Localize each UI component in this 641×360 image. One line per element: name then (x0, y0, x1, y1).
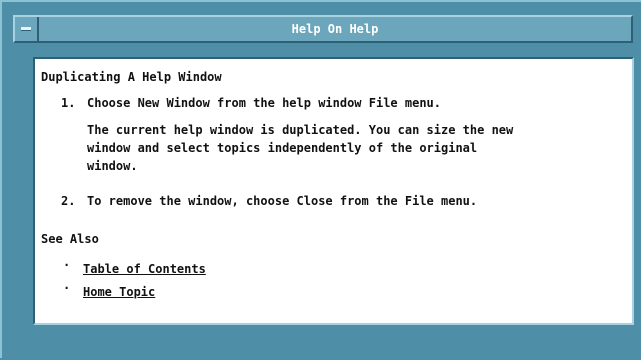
see-also-label: See Also (41, 232, 99, 246)
window-menu-button[interactable] (15, 17, 39, 41)
step-text: Choose New Window from the help window F… (87, 96, 442, 110)
topic-heading: Duplicating A Help Window (41, 70, 222, 84)
step-number: 2. (61, 194, 76, 208)
help-window: Help On Help Duplicating A Help Window 1… (0, 0, 641, 360)
help-content-pane: Duplicating A Help Window 1. Choose New … (33, 57, 634, 325)
link-home-topic[interactable]: Home Topic (83, 285, 155, 299)
window-menu-icon (21, 27, 31, 31)
status-bar (13, 342, 633, 360)
bullet-icon: · (63, 258, 71, 272)
step-note-line: window and select topics independently o… (87, 141, 478, 155)
step-number: 1. (61, 96, 76, 110)
link-table-of-contents[interactable]: Table of Contents (83, 262, 206, 276)
step-text: To remove the window, choose Close from … (87, 194, 478, 208)
window-title: Help On Help (291, 22, 379, 36)
title-bar[interactable]: Help On Help (13, 15, 633, 43)
bullet-icon: · (63, 281, 71, 295)
step-note-line: The current help window is duplicated. Y… (87, 123, 514, 137)
step-note-line: window. (87, 159, 138, 173)
